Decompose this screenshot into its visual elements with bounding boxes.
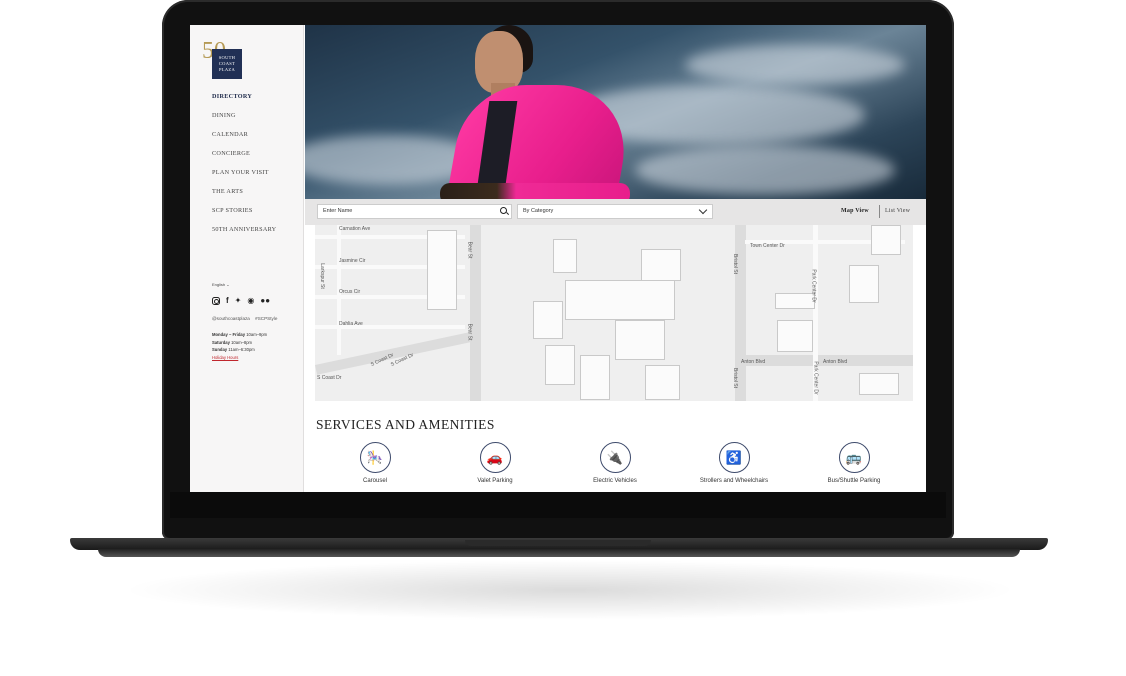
street-label: Bear St — [466, 241, 473, 259]
map-view-toggle[interactable]: Map View — [841, 208, 869, 214]
street-label: Carnation Ave — [339, 226, 371, 232]
search-input[interactable]: Enter Name — [317, 204, 512, 219]
hours-time: 10am–8pm — [231, 339, 253, 345]
map-building — [545, 345, 575, 385]
map-building — [427, 230, 457, 310]
map-building — [580, 355, 610, 400]
map-building — [565, 280, 675, 320]
handle-link[interactable]: @southcoastplaza — [212, 316, 250, 321]
sidebar: 50 SOUTH COAST PLAZA DIRECTORY DINING CA… — [190, 25, 304, 492]
amenity-carousel[interactable]: 🎠 Carousel — [320, 442, 430, 484]
weibo-icon[interactable]: ◉ — [247, 296, 254, 305]
search-icon[interactable] — [500, 207, 507, 214]
directory-filter-bar: Enter Name By Category Map View List Vie… — [305, 199, 926, 225]
amenity-label: Valet Parking — [477, 478, 513, 484]
map-building — [533, 301, 563, 339]
amenity-valet-parking[interactable]: 🚗 Valet Parking — [440, 442, 550, 484]
nav-item-scp-stories[interactable]: SCP STORIES — [212, 207, 276, 226]
amenity-electric-vehicles[interactable]: 🔌 Electric Vehicles — [560, 442, 670, 484]
wheelchair-icon: ♿ — [718, 442, 750, 473]
map-building — [777, 320, 813, 352]
shuttle-icon: 🚌 — [838, 442, 870, 473]
street-label: Larkspur St — [318, 263, 325, 289]
street-label: Jasmine Cir — [339, 258, 366, 264]
hours-days: Saturday — [212, 339, 230, 345]
street-label: Town Center Dr — [750, 243, 785, 249]
language-selector[interactable]: English ⌄ — [212, 282, 230, 287]
laptop-base-bottom — [98, 549, 1020, 557]
amenity-label: Carousel — [362, 478, 387, 484]
nav-item-the-arts[interactable]: THE ARTS — [212, 188, 276, 207]
street-label: Bristol St — [732, 253, 739, 275]
list-view-toggle[interactable]: List View — [885, 208, 910, 214]
street-label: Anton Blvd — [741, 359, 766, 365]
nav-item-50th-anniversary[interactable]: 50TH ANNIVERSARY — [212, 226, 276, 245]
device-shadow — [120, 560, 1020, 620]
hours-row: Sunday 11am–6:30pm — [212, 346, 267, 354]
street-label: Anton Blvd — [823, 359, 848, 365]
street-label: Dahlia Ave — [339, 321, 363, 327]
laptop-hinge-notch — [465, 540, 651, 546]
cloud-shape — [635, 145, 895, 195]
hours-row: Saturday 10am–8pm — [212, 339, 267, 347]
wechat-icon[interactable]: ●● — [260, 296, 270, 305]
nav-item-plan-your-visit[interactable]: PLAN YOUR VISIT — [212, 169, 276, 188]
hours-time: 10am–9pm — [246, 332, 268, 337]
south-coast-plaza-logo[interactable]: 50 SOUTH COAST PLAZA — [202, 39, 246, 81]
map-building — [615, 320, 665, 360]
ev-charger-icon: 🔌 — [599, 442, 631, 473]
cloud-shape — [685, 45, 905, 85]
hours-days: Sunday — [212, 347, 228, 352]
twitter-icon[interactable]: ✦ — [235, 296, 242, 305]
map-building — [553, 239, 577, 273]
street-label: Park Center Dr — [812, 361, 819, 395]
hours-time: 11am–6:30pm — [228, 347, 255, 352]
amenity-strollers-wheelchairs[interactable]: ♿ Strollers and Wheelchairs — [679, 442, 789, 484]
category-select[interactable]: By Category — [517, 204, 713, 219]
amenity-label: Bus/Shuttle Parking — [827, 478, 881, 484]
opening-hours: Monday – Friday 10am–9pm Saturday 10am–8… — [212, 331, 267, 361]
amenity-label: Electric Vehicles — [593, 478, 637, 484]
map-building — [871, 225, 901, 255]
street-label: Orcus Cir — [339, 289, 361, 295]
nav-item-dining[interactable]: DINING — [212, 112, 276, 131]
hours-row: Monday – Friday 10am–9pm — [212, 331, 267, 339]
carousel-icon: 🎠 — [359, 442, 391, 473]
hero-image — [305, 25, 926, 199]
map-building — [849, 265, 879, 303]
instagram-icon[interactable] — [212, 296, 220, 305]
logo-box: SOUTH COAST PLAZA — [212, 49, 242, 79]
street-label: Bear St — [466, 323, 473, 341]
map-building — [859, 373, 899, 395]
nav-item-concierge[interactable]: CONCIERGE — [212, 150, 276, 169]
map-building — [775, 293, 815, 309]
street-label: Park Center Dr — [810, 269, 817, 303]
directory-map[interactable]: Carnation Ave Jasmine Cir Orcus Cir Dahl… — [315, 225, 913, 401]
social-handles: @southcoastplaza #SCPStyle — [212, 316, 281, 321]
valet-parking-icon: 🚗 — [479, 442, 511, 473]
model-arm — [440, 183, 630, 199]
street-label: Bristol St — [732, 367, 739, 389]
holiday-hours-link[interactable]: Holiday Hours — [212, 355, 238, 360]
hashtag-link[interactable]: #SCPStyle — [255, 316, 277, 321]
map-building — [645, 365, 680, 400]
logo-line: PLAZA — [219, 67, 235, 72]
chevron-down-icon: ⌄ — [226, 282, 230, 287]
view-divider — [879, 205, 880, 218]
street-label: S Coast Dr — [317, 375, 342, 381]
laptop-bezel-chin — [170, 492, 946, 518]
nav-item-calendar[interactable]: CALENDAR — [212, 131, 276, 150]
amenity-bus-shuttle-parking[interactable]: 🚌 Bus/Shuttle Parking — [799, 442, 909, 484]
map-building — [641, 249, 681, 281]
screen: 50 SOUTH COAST PLAZA DIRECTORY DINING CA… — [190, 25, 926, 492]
main-nav: DIRECTORY DINING CALENDAR CONCIERGE PLAN… — [212, 93, 276, 245]
social-links: f ✦ ◉ ●● — [212, 296, 270, 305]
nav-item-directory[interactable]: DIRECTORY — [212, 93, 276, 112]
services-heading: SERVICES AND AMENITIES — [316, 417, 495, 432]
facebook-icon[interactable]: f — [226, 296, 229, 305]
language-label: English — [212, 282, 226, 287]
hours-days: Monday – Friday — [212, 332, 246, 337]
amenity-label: Strollers and Wheelchairs — [699, 478, 769, 484]
